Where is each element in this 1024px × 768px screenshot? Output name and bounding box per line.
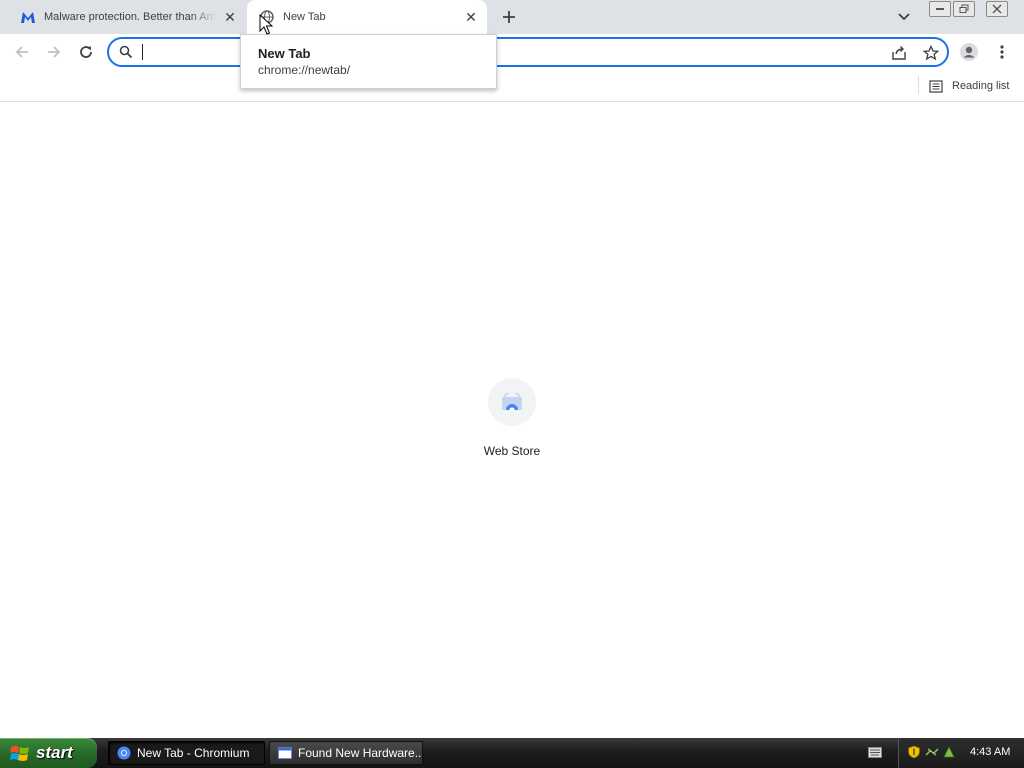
avatar-icon <box>960 43 978 61</box>
malwarebytes-icon <box>20 9 36 25</box>
minimize-icon <box>936 8 944 10</box>
star-icon[interactable] <box>919 41 943 65</box>
kebab-menu-icon <box>1000 45 1004 59</box>
windows-logo-icon <box>10 746 29 761</box>
reading-list-label: Reading list <box>952 80 1010 92</box>
taskbar-item-label: New Tab - Chromium <box>137 746 250 760</box>
hardware-icon[interactable] <box>942 745 956 759</box>
chevron-down-icon <box>898 13 910 21</box>
browser-toolbar <box>0 34 1024 70</box>
profile-button[interactable] <box>957 40 981 64</box>
close-icon[interactable]: ✕ <box>222 9 238 25</box>
reading-list-button[interactable]: Reading list <box>929 76 1009 96</box>
reading-list-icon <box>929 79 943 93</box>
tab-malware-protection[interactable]: Malware protection. Better than Antiviru… <box>8 0 246 34</box>
keyboard-icon[interactable] <box>868 747 882 758</box>
tab-search-button[interactable] <box>893 7 915 27</box>
reload-icon <box>80 46 92 58</box>
search-icon <box>119 45 133 62</box>
hover-card-url: chrome://newtab/ <box>258 63 351 77</box>
forward-button[interactable] <box>42 40 66 64</box>
taskbar-item-chromium[interactable]: New Tab - Chromium <box>108 741 265 765</box>
globe-icon <box>259 9 275 25</box>
shortcut-label: Web Store <box>483 444 541 458</box>
back-button[interactable] <box>10 40 34 64</box>
menu-button[interactable] <box>990 40 1014 64</box>
close-icon <box>992 4 1002 14</box>
start-label: start <box>36 743 73 762</box>
taskbar-item-label: Found New Hardware... <box>298 746 422 760</box>
taskbar: start New Tab - Chromium Found New Hardw… <box>0 738 1024 768</box>
new-tab-button[interactable] <box>497 5 521 29</box>
tab-title: Malware protection. Better than Antiviru… <box>44 11 216 23</box>
restore-button[interactable] <box>953 1 975 17</box>
back-arrow-icon <box>15 46 28 58</box>
chromium-icon <box>117 746 131 760</box>
forward-arrow-icon <box>48 46 61 58</box>
taskbar-item-found-new-hardware[interactable]: Found New Hardware... <box>269 741 423 765</box>
close-window-button[interactable] <box>986 1 1008 17</box>
divider <box>918 76 919 94</box>
address-bar[interactable] <box>107 37 949 67</box>
reload-button[interactable] <box>74 40 98 64</box>
close-icon[interactable]: ✕ <box>463 9 479 25</box>
start-button[interactable]: start <box>0 738 97 768</box>
webstore-icon <box>488 378 536 426</box>
minimize-button[interactable] <box>929 1 951 17</box>
shortcut-web-store[interactable]: Web Store <box>471 375 553 463</box>
system-tray: 4:43 AM <box>898 738 1024 768</box>
tab-strip: Malware protection. Better than Antiviru… <box>0 0 1024 34</box>
security-shield-icon[interactable] <box>907 745 921 759</box>
bookmarks-bar: Reading list <box>0 70 1024 102</box>
hover-card-title: New Tab <box>258 46 311 61</box>
text-caret <box>142 44 143 60</box>
tab-new-tab[interactable]: New Tab ✕ <box>247 0 487 34</box>
restore-icon <box>959 4 969 13</box>
network-icon[interactable] <box>925 745 939 759</box>
tab-title: New Tab <box>283 11 326 23</box>
new-tab-page: Web Store <box>0 103 1024 738</box>
share-icon[interactable] <box>887 41 911 65</box>
plus-icon <box>503 11 515 23</box>
clock[interactable]: 4:43 AM <box>970 746 1010 758</box>
window-icon <box>278 747 292 759</box>
tab-hover-card: New Tab chrome://newtab/ <box>240 34 497 89</box>
